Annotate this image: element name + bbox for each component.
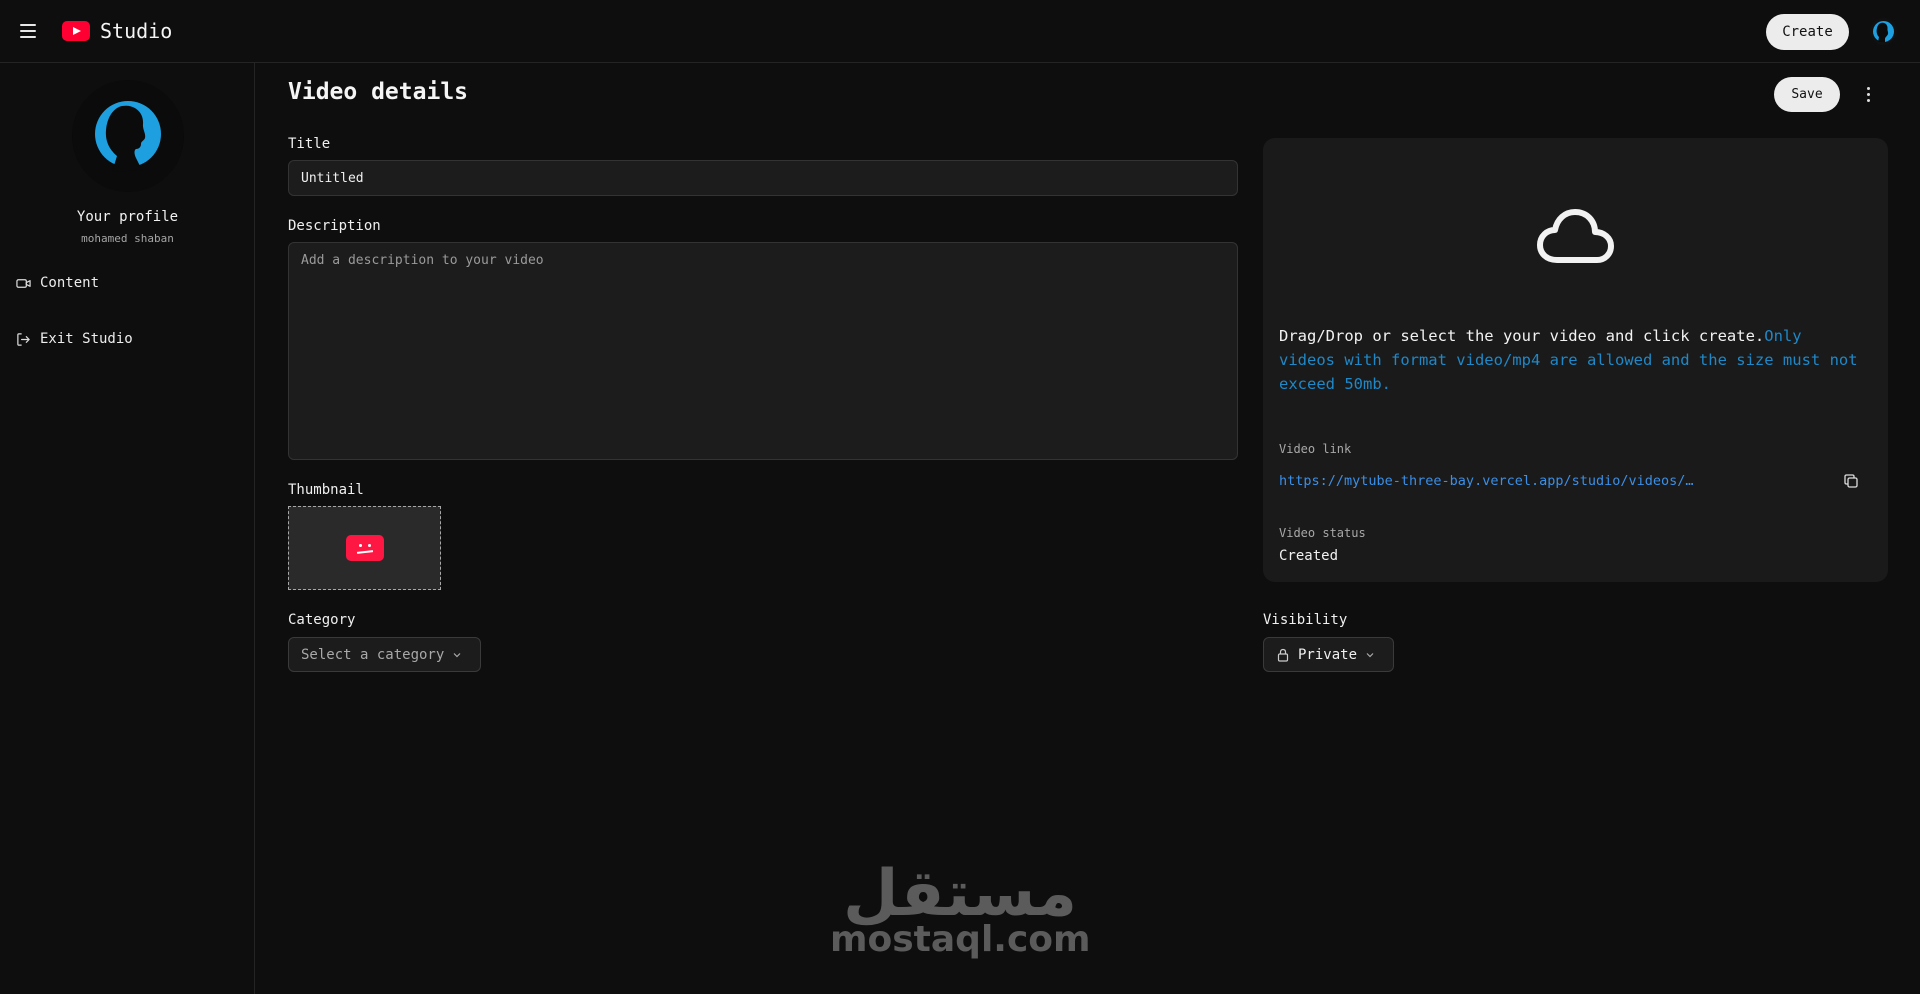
category-label: Category xyxy=(288,612,356,628)
top-header: Studio Create xyxy=(0,0,1920,63)
create-button[interactable]: Create xyxy=(1766,14,1849,50)
upload-panel[interactable]: Drag/Drop or select the your video and c… xyxy=(1263,138,1888,582)
watermark-logo: مستقل mostaql.com xyxy=(830,857,1091,960)
category-placeholder: Select a category xyxy=(301,646,445,663)
more-options-icon[interactable] xyxy=(1858,84,1878,104)
description-input[interactable] xyxy=(288,242,1238,460)
video-status-value: Created xyxy=(1279,548,1339,564)
video-link[interactable]: https://mytube-three-bay.vercel.app/stud… xyxy=(1279,473,1719,489)
sidebar-item-content[interactable]: Content xyxy=(16,272,99,294)
profile-title: Your profile xyxy=(76,209,179,225)
page-title: Video details xyxy=(288,79,469,105)
watermark-arabic: مستقل xyxy=(842,857,1078,931)
category-select[interactable]: Select a category xyxy=(288,637,481,672)
video-status-label: Video status xyxy=(1279,526,1366,540)
sidebar-item-label: Exit Studio xyxy=(40,331,133,347)
sidebar-item-exit-studio[interactable]: Exit Studio xyxy=(16,328,133,350)
sidebar-item-label: Content xyxy=(40,275,100,291)
cloud-icon xyxy=(1537,209,1614,263)
youtube-logo-icon[interactable] xyxy=(62,21,90,41)
log-out-icon xyxy=(17,332,30,346)
visibility-label: Visibility xyxy=(1263,612,1348,628)
profile-avatar[interactable] xyxy=(72,80,184,192)
thumbnail-label: Thumbnail xyxy=(288,482,364,498)
title-label: Title xyxy=(288,136,331,152)
copy-icon[interactable] xyxy=(1843,473,1859,489)
menu-icon[interactable] xyxy=(20,20,40,42)
thumbnail-upload[interactable] xyxy=(288,506,441,590)
video-camera-icon xyxy=(16,278,31,288)
upload-instructions: Drag/Drop or select the your video and c… xyxy=(1279,324,1859,396)
chevron-down-icon xyxy=(453,652,461,657)
sidebar: Your profile mohamed shaban Content Exit… xyxy=(0,63,255,994)
lock-icon xyxy=(1277,648,1289,662)
avatar[interactable] xyxy=(1870,18,1897,45)
brand-title[interactable]: Studio xyxy=(100,19,172,43)
video-link-label: Video link xyxy=(1279,442,1352,456)
thumbnail-placeholder-icon xyxy=(345,535,384,561)
chevron-down-icon xyxy=(1366,652,1374,657)
visibility-select[interactable]: Private xyxy=(1263,637,1394,672)
title-input[interactable] xyxy=(288,160,1238,196)
description-label: Description xyxy=(288,218,381,234)
visibility-value: Private xyxy=(1298,646,1358,663)
upload-instruction-text: Drag/Drop or select the your video and c… xyxy=(1279,327,1765,345)
profile-name: mohamed shaban xyxy=(81,232,174,245)
save-button[interactable]: Save xyxy=(1774,77,1840,112)
watermark-latin: mostaql.com xyxy=(830,919,1091,960)
